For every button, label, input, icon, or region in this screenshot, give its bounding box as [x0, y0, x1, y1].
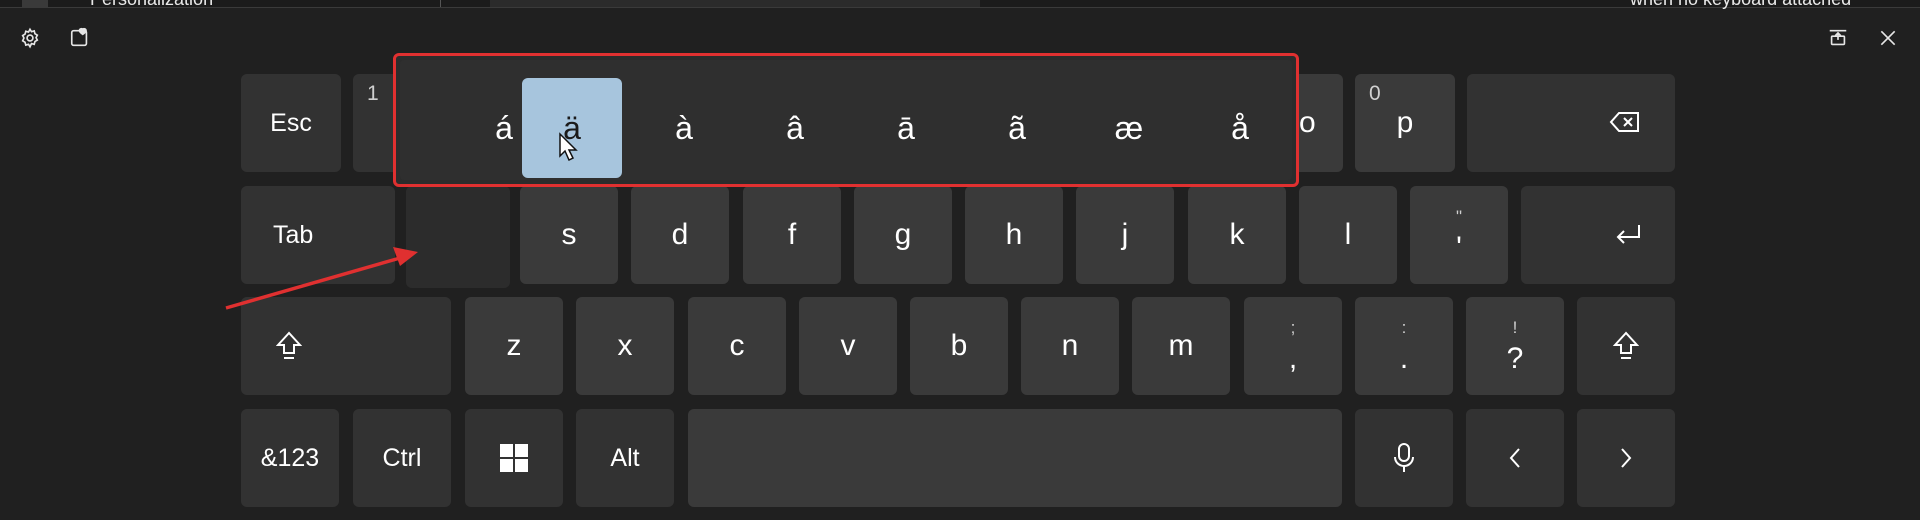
annotation-arrow-icon	[225, 247, 418, 310]
